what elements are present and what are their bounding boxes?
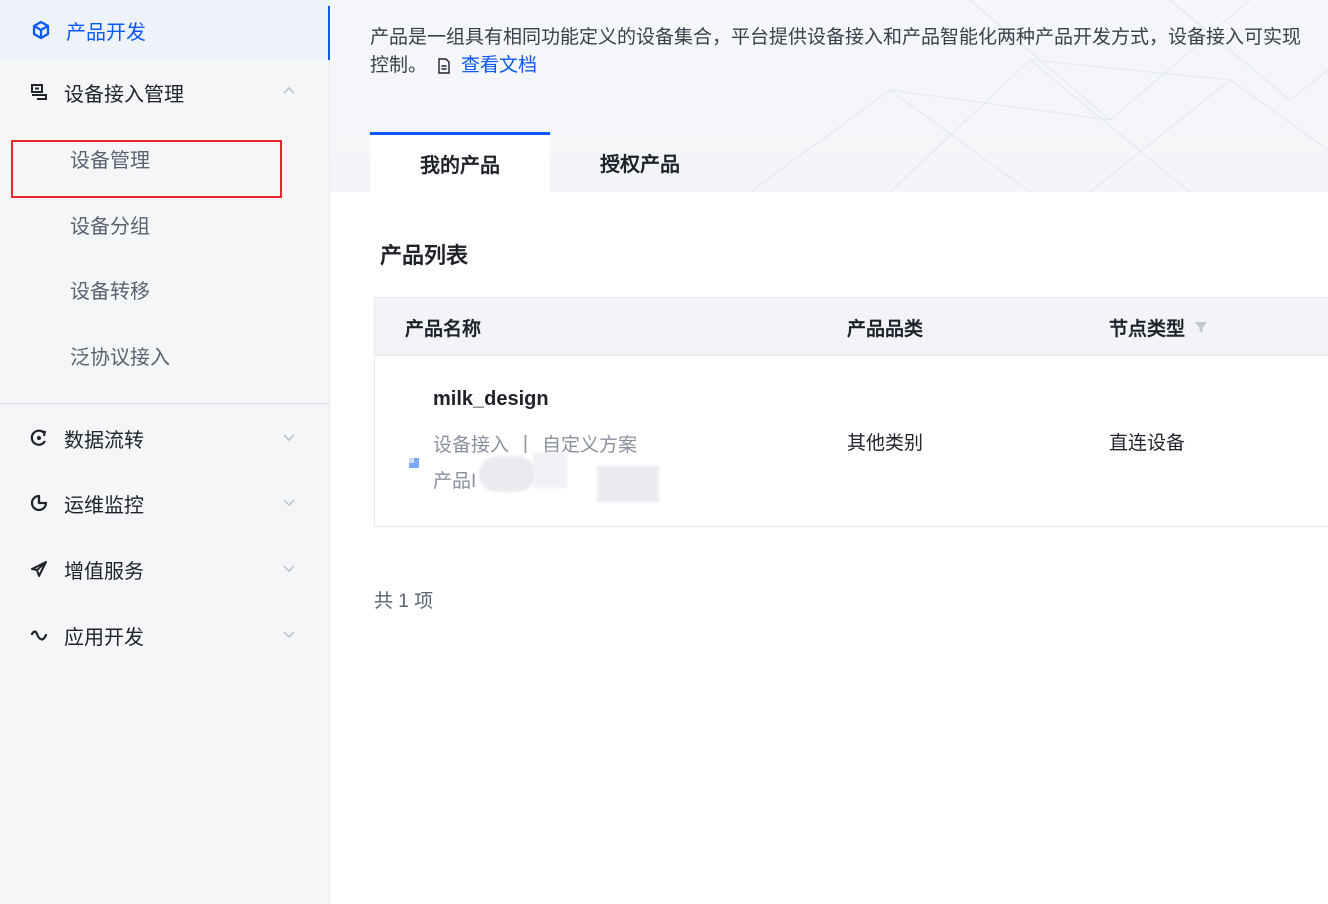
tab-my-products[interactable]: 我的产品 (370, 132, 550, 192)
column-header-category: 产品品类 (847, 298, 923, 356)
cube-icon (30, 19, 52, 41)
app-dev-icon (28, 624, 50, 646)
redaction-blur (479, 456, 535, 492)
chevron-down-icon (280, 559, 298, 577)
meta-separator: | (523, 432, 528, 454)
chevron-down-icon (280, 493, 298, 511)
sidebar-divider (0, 403, 330, 404)
device-access-icon (28, 81, 50, 103)
total-count: 共 1 项 (374, 591, 434, 612)
column-header-label: 产品品类 (847, 318, 924, 340)
chevron-down-icon (280, 428, 298, 446)
sidebar-group-app-dev[interactable]: 应用开发 (0, 603, 330, 667)
sidebar-item-device-transfer[interactable]: 设备转移 (0, 257, 330, 321)
main-content: 产品是一组具有相同功能定义的设备集合，平台提供设备接入和产品智能化两种产品开发方… (330, 0, 1328, 904)
sidebar: 产品开发 设备接入管理 设备管理 设备分组 设备转移 泛协议接入 数据流转 运维… (0, 0, 331, 904)
product-name-link[interactable]: milk_design (433, 388, 549, 411)
table-header: 产品名称 产品品类 节点类型 (375, 298, 1328, 356)
monitor-icon (28, 492, 50, 514)
view-docs-label: 查看文档 (461, 55, 538, 76)
sidebar-item-product-dev[interactable]: 产品开发 (0, 0, 331, 60)
product-square-icon (409, 458, 419, 468)
sidebar-item-device-management[interactable]: 设备管理 (0, 126, 330, 190)
sidebar-group-label: 增值服务 (64, 560, 144, 583)
product-table: 产品名称 产品品类 节点类型 milk_design 设备接入 | 自定义方案 … (374, 297, 1328, 527)
document-icon (438, 58, 450, 74)
header-banner: 产品是一组具有相同功能定义的设备集合，平台提供设备接入和产品智能化两种产品开发方… (330, 0, 1328, 192)
access-type: 设备接入 (433, 435, 510, 456)
view-docs-link[interactable]: 查看文档 (435, 52, 537, 80)
product-category: 其他类别 (847, 433, 924, 454)
sidebar-group-value-added[interactable]: 增值服务 (0, 537, 330, 601)
sidebar-group-device-access[interactable]: 设备接入管理 (0, 60, 330, 124)
sidebar-group-data-flow[interactable]: 数据流转 (0, 406, 330, 470)
sidebar-item-generic-protocol[interactable]: 泛协议接入 (0, 323, 330, 387)
sidebar-group-monitor[interactable]: 运维监控 (0, 471, 330, 535)
page-description-line2: 控制。 查看文档 (370, 52, 537, 80)
column-header-node-type: 节点类型 (1109, 298, 1209, 356)
node-type: 直连设备 (1109, 433, 1186, 454)
column-header-label: 产品名称 (405, 318, 482, 340)
redaction-blur (597, 466, 659, 502)
product-tabs: 我的产品 授权产品 (370, 132, 730, 192)
redaction-blur (533, 452, 567, 488)
data-flow-icon (28, 427, 50, 449)
sidebar-item-device-group[interactable]: 设备分组 (0, 192, 330, 256)
column-header-name: 产品名称 (405, 298, 481, 356)
send-icon (28, 558, 50, 580)
chevron-up-icon (280, 82, 298, 100)
section-title: 产品列表 (380, 243, 469, 268)
page-description-tail: 控制。 (370, 55, 428, 76)
table-row: milk_design 设备接入 | 自定义方案 产品I 其他类别 直连设备 (375, 356, 1328, 526)
chevron-down-icon (280, 625, 298, 643)
filter-icon[interactable] (1193, 319, 1209, 335)
sidebar-group-label: 应用开发 (64, 626, 144, 649)
page-description: 产品是一组具有相同功能定义的设备集合，平台提供设备接入和产品智能化两种产品开发方… (370, 27, 1302, 48)
sidebar-group-label: 运维监控 (64, 494, 144, 517)
column-header-label: 节点类型 (1109, 318, 1186, 340)
product-id-label: 产品I (433, 471, 477, 492)
sidebar-item-label: 产品开发 (66, 21, 146, 44)
sidebar-group-label: 数据流转 (64, 429, 144, 452)
sidebar-group-label: 设备接入管理 (64, 83, 184, 106)
tab-authorized-products[interactable]: 授权产品 (550, 132, 730, 192)
